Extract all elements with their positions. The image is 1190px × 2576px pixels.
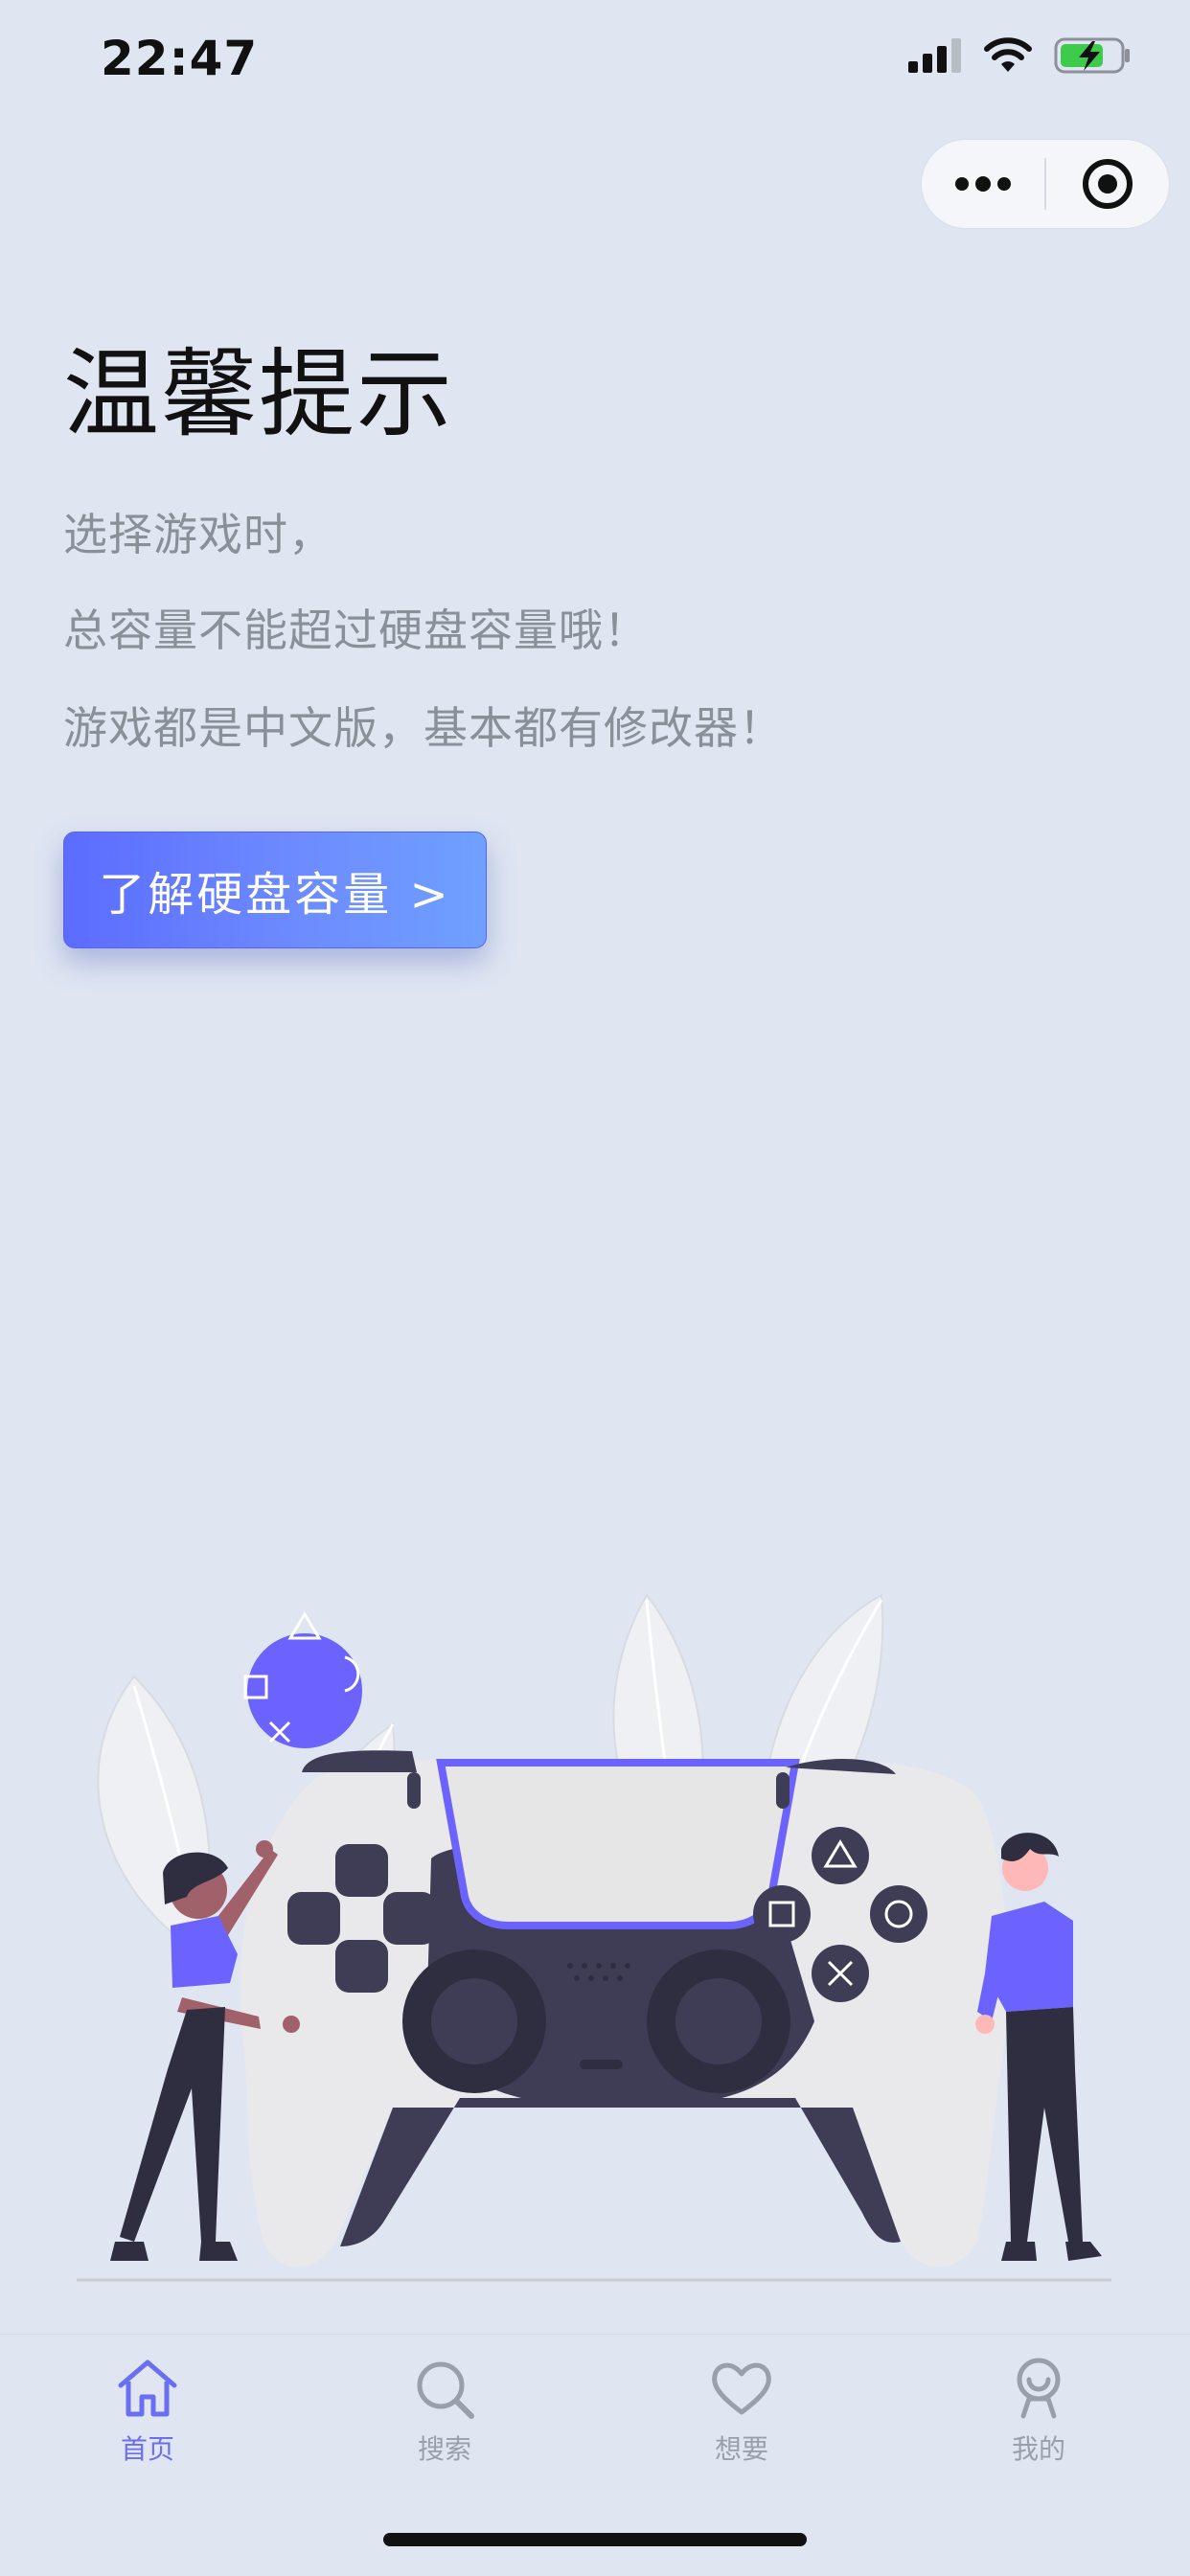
tab-search[interactable]: 搜索 xyxy=(349,2352,540,2467)
tab-search-label: 搜索 xyxy=(417,2433,471,2465)
learn-disk-capacity-button[interactable]: 了解硬盘容量 > xyxy=(63,832,487,948)
status-icons xyxy=(908,36,1133,75)
tab-home[interactable]: 首页 xyxy=(52,2352,243,2467)
signal-icon xyxy=(908,38,961,73)
more-dots-icon xyxy=(955,176,1011,192)
home-icon xyxy=(118,2359,177,2417)
tab-wishlist-label: 想要 xyxy=(714,2433,768,2465)
tip-line-2: 总容量不能超过硬盘容量哦！ xyxy=(63,604,649,656)
tab-home-label: 首页 xyxy=(120,2433,174,2465)
search-icon xyxy=(417,2361,474,2419)
mini-program-capsule xyxy=(922,140,1169,228)
battery-charging-icon xyxy=(1054,37,1130,74)
gamepad-illustration xyxy=(77,1593,1111,2282)
close-button[interactable] xyxy=(1046,140,1169,228)
tip-line-3: 游戏都是中文版，基本都有修改器！ xyxy=(63,702,784,754)
wifi-icon xyxy=(984,37,1032,72)
heart-icon xyxy=(712,2362,771,2415)
tip-line-1: 选择游戏时， xyxy=(63,509,333,560)
home-indicator xyxy=(383,2533,807,2546)
status-time: 22:47 xyxy=(101,31,259,86)
tab-wishlist[interactable]: 想要 xyxy=(646,2352,837,2467)
page-title: 温馨提示 xyxy=(63,338,454,450)
status-bar: 22:47 xyxy=(0,0,1190,125)
profile-icon xyxy=(1017,2358,1061,2419)
more-button[interactable] xyxy=(922,140,1044,228)
tab-profile-label: 我的 xyxy=(1011,2433,1065,2465)
target-circle-icon xyxy=(1083,159,1133,209)
tab-profile[interactable]: 我的 xyxy=(943,2352,1134,2467)
